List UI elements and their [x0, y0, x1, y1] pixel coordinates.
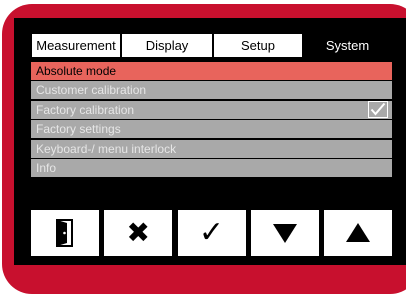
menu-item-info[interactable]: Info: [31, 158, 392, 177]
confirm-check-icon: ✓: [198, 216, 225, 249]
device: Measurement Display Setup System Absolut…: [0, 0, 406, 294]
softkey-bar: ✖ ✓: [31, 210, 392, 256]
menu-item-factory-settings[interactable]: Factory settings: [31, 120, 392, 139]
menu-item-label: Factory calibration: [36, 102, 135, 117]
menu-item-label: Keyboard-/ menu interlock: [36, 141, 177, 156]
menu-item-label: Customer calibration: [36, 83, 147, 98]
down-button[interactable]: [250, 210, 319, 256]
cancel-button[interactable]: ✖: [104, 210, 173, 256]
system-menu: Absolute mode Customer calibration Facto…: [31, 62, 392, 178]
tab-bar: Measurement Display Setup System: [31, 33, 392, 58]
tab-system[interactable]: System: [303, 33, 392, 58]
factory-calibration-checkbox[interactable]: [368, 100, 388, 118]
arrow-up-icon: [346, 223, 370, 242]
menu-item-label: Info: [36, 160, 57, 175]
arrow-down-icon: [272, 224, 297, 243]
menu-item-label: Absolute mode: [36, 64, 117, 78]
menu-item-customer-calibration[interactable]: Customer calibration: [31, 81, 392, 100]
menu-item-label: Factory settings: [36, 122, 121, 137]
menu-item-keyboard-menu-interlock[interactable]: Keyboard-/ menu interlock: [31, 139, 392, 158]
cancel-x-icon: ✖: [126, 217, 150, 248]
menu-item-factory-calibration[interactable]: Factory calibration: [31, 100, 392, 119]
tab-setup[interactable]: Setup: [213, 33, 303, 58]
tab-display[interactable]: Display: [121, 33, 213, 58]
menu-item-absolute-mode[interactable]: Absolute mode: [31, 62, 392, 80]
checkmark-icon: [370, 103, 386, 116]
tab-measurement[interactable]: Measurement: [31, 33, 121, 58]
confirm-button[interactable]: ✓: [177, 210, 246, 256]
up-button[interactable]: [324, 210, 392, 256]
exit-door-icon: [56, 219, 73, 247]
exit-button[interactable]: [31, 210, 99, 256]
